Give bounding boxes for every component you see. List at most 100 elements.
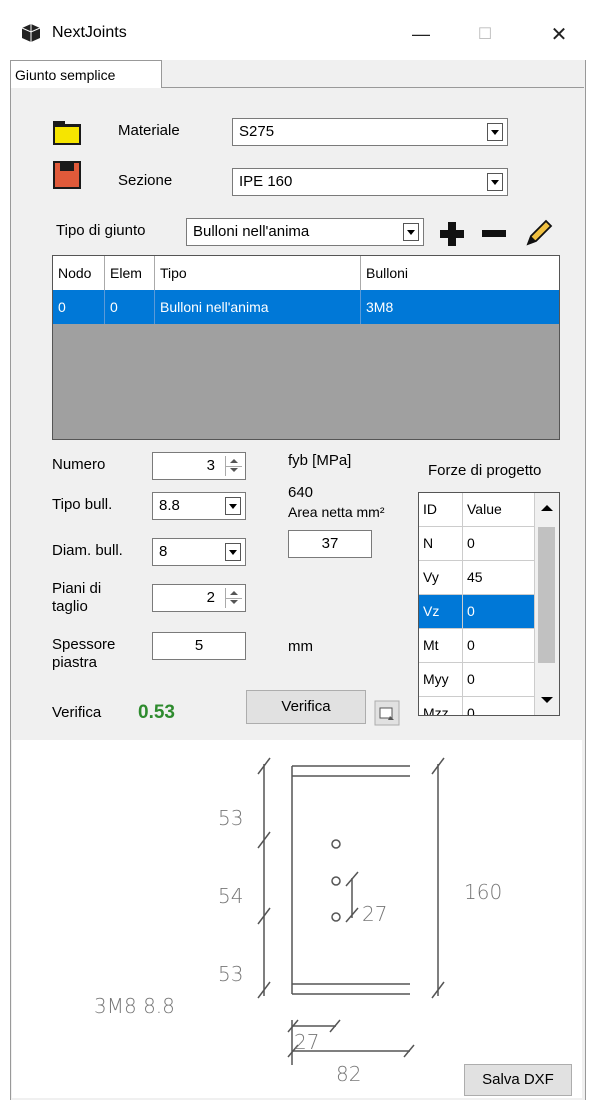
column-header[interactable]: Value	[463, 493, 535, 526]
maximize-icon: ☐	[477, 26, 493, 43]
diam-bull-value: 8	[159, 543, 168, 560]
maximize-button[interactable]: ☐	[460, 14, 510, 54]
table-cell: 0	[467, 637, 475, 653]
scrollbar-thumb[interactable]	[538, 527, 555, 663]
spessore-label: Spessore piastra	[52, 636, 115, 672]
table-row[interactable]: 0 0 Bulloni nell'anima 3M8	[53, 290, 559, 324]
piani-value: 2	[206, 589, 215, 606]
dropdown-arrow-icon[interactable]	[487, 173, 503, 191]
table-cell: 0	[105, 290, 155, 324]
piani-label-line1: Piani di	[52, 580, 102, 597]
dim-bottom-label: 53	[218, 962, 244, 986]
joints-table[interactable]: Nodo Elem Tipo Bulloni 0 0 Bulloni nell'…	[52, 255, 560, 440]
table-cell: Vz	[419, 595, 463, 628]
spinner-icon[interactable]	[225, 456, 242, 476]
piani-stepper[interactable]: 2	[152, 584, 246, 612]
area-input[interactable]: 37	[288, 530, 372, 558]
table-cell: 0	[53, 290, 105, 324]
table-row[interactable]: N 0	[419, 527, 535, 561]
column-header[interactable]: ID	[419, 493, 463, 526]
materiale-select[interactable]: S275	[232, 118, 508, 146]
window-title: NextJoints	[52, 24, 127, 41]
forze-table[interactable]: ID Value N 0 Vy 45 Vz 0 Mt 0 Myy 0 Mzz 0	[418, 492, 560, 716]
verifica-result: 0.53	[138, 702, 175, 723]
minimize-icon: —	[412, 23, 430, 44]
tipo-giunto-select[interactable]: Bulloni nell'anima	[186, 218, 424, 246]
spessore-label-line1: Spessore	[52, 636, 116, 653]
table-cell: Bulloni nell'anima	[155, 290, 361, 324]
dropdown-arrow-icon[interactable]	[225, 497, 241, 515]
dropdown-arrow-icon[interactable]	[403, 223, 419, 241]
table-cell: Myy	[419, 663, 463, 696]
table-row[interactable]: Mt 0	[419, 629, 535, 663]
spessore-input[interactable]: 5	[152, 632, 246, 660]
piani-label: Piani di taglio	[52, 580, 101, 616]
forze-title: Forze di progetto	[428, 462, 542, 479]
tipo-bull-value: 8.8	[159, 497, 180, 514]
column-header[interactable]: Nodo	[53, 256, 105, 290]
close-button[interactable]: ✕	[534, 14, 584, 54]
forze-header: ID Value	[419, 493, 535, 527]
tab-giunto-semplice[interactable]: Giunto semplice	[10, 60, 162, 88]
tipo-giunto-value: Bulloni nell'anima	[193, 223, 310, 240]
piani-label-line2: taglio	[52, 598, 88, 615]
diam-bull-label: Diam. bull.	[52, 542, 123, 559]
table-cell: Vy	[419, 561, 463, 594]
table-row[interactable]: Vy 45	[419, 561, 535, 595]
salva-dxf-button[interactable]: Salva DXF	[464, 1064, 572, 1096]
table-cell: 0	[467, 535, 475, 551]
dim-pitch-label: 27	[362, 902, 388, 926]
tipo-giunto-label: Tipo di giunto	[56, 222, 146, 239]
fyb-value: 640	[288, 484, 314, 501]
tab-divider	[162, 87, 584, 88]
spinner-icon[interactable]	[225, 588, 242, 608]
drawing-canvas[interactable]: 53 54 53 160 27 27 82 3M8 8.8 Salva DXF	[12, 740, 582, 1098]
table-header: Nodo Elem Tipo Bulloni	[53, 256, 559, 291]
table-cell: N	[419, 527, 463, 560]
sezione-value: IPE 160	[239, 173, 293, 190]
add-icon[interactable]	[438, 220, 466, 248]
table-cell: Mt	[419, 629, 463, 662]
app-icon	[21, 24, 41, 42]
sezione-select[interactable]: IPE 160	[232, 168, 508, 196]
table-cell: 0	[467, 705, 475, 716]
bolt-spec-label: 3M8 8.8	[94, 994, 175, 1018]
column-header[interactable]: Tipo	[155, 256, 361, 290]
verifica-button[interactable]: Verifica	[246, 690, 366, 724]
table-row-selected[interactable]: Vz 0	[419, 595, 535, 629]
diam-bull-select[interactable]: 8	[152, 538, 246, 566]
edit-pencil-icon[interactable]	[522, 216, 556, 250]
scroll-down-icon[interactable]	[540, 695, 554, 705]
forze-scrollbar[interactable]	[534, 493, 559, 715]
table-row[interactable]: Mzz 0	[419, 697, 535, 716]
materiale-label: Materiale	[118, 122, 180, 139]
fyb-label: fyb [MPa]	[288, 452, 352, 469]
table-row[interactable]: Myy 0	[419, 663, 535, 697]
close-icon: ✕	[550, 23, 568, 46]
tipo-bull-select[interactable]: 8.8	[152, 492, 246, 520]
dim-edge-label: 27	[294, 1030, 320, 1054]
sezione-label: Sezione	[118, 172, 173, 189]
numero-value: 3	[206, 457, 215, 474]
column-header[interactable]: Bulloni	[361, 256, 559, 290]
remove-icon[interactable]	[480, 220, 508, 248]
table-cell: Mzz	[419, 697, 463, 715]
scroll-up-icon[interactable]	[540, 503, 554, 513]
materiale-value: S275	[239, 123, 275, 140]
dim-height-label: 160	[464, 880, 503, 904]
table-cell: 3M8	[366, 299, 394, 315]
numero-label: Numero	[52, 456, 106, 473]
report-icon[interactable]	[374, 700, 400, 726]
minimize-button[interactable]: —	[396, 14, 446, 54]
table-cell: 45	[467, 569, 483, 585]
open-folder-icon[interactable]	[52, 118, 82, 146]
save-icon[interactable]	[52, 160, 82, 190]
column-header[interactable]: Elem	[105, 256, 155, 290]
dim-mid-label: 54	[218, 884, 244, 908]
numero-stepper[interactable]: 3	[152, 452, 246, 480]
spessore-label-line2: piastra	[52, 654, 98, 671]
dropdown-arrow-icon[interactable]	[487, 123, 503, 141]
table-cell: 0	[467, 603, 475, 619]
dropdown-arrow-icon[interactable]	[225, 543, 241, 561]
dim-width-label: 82	[336, 1062, 362, 1086]
